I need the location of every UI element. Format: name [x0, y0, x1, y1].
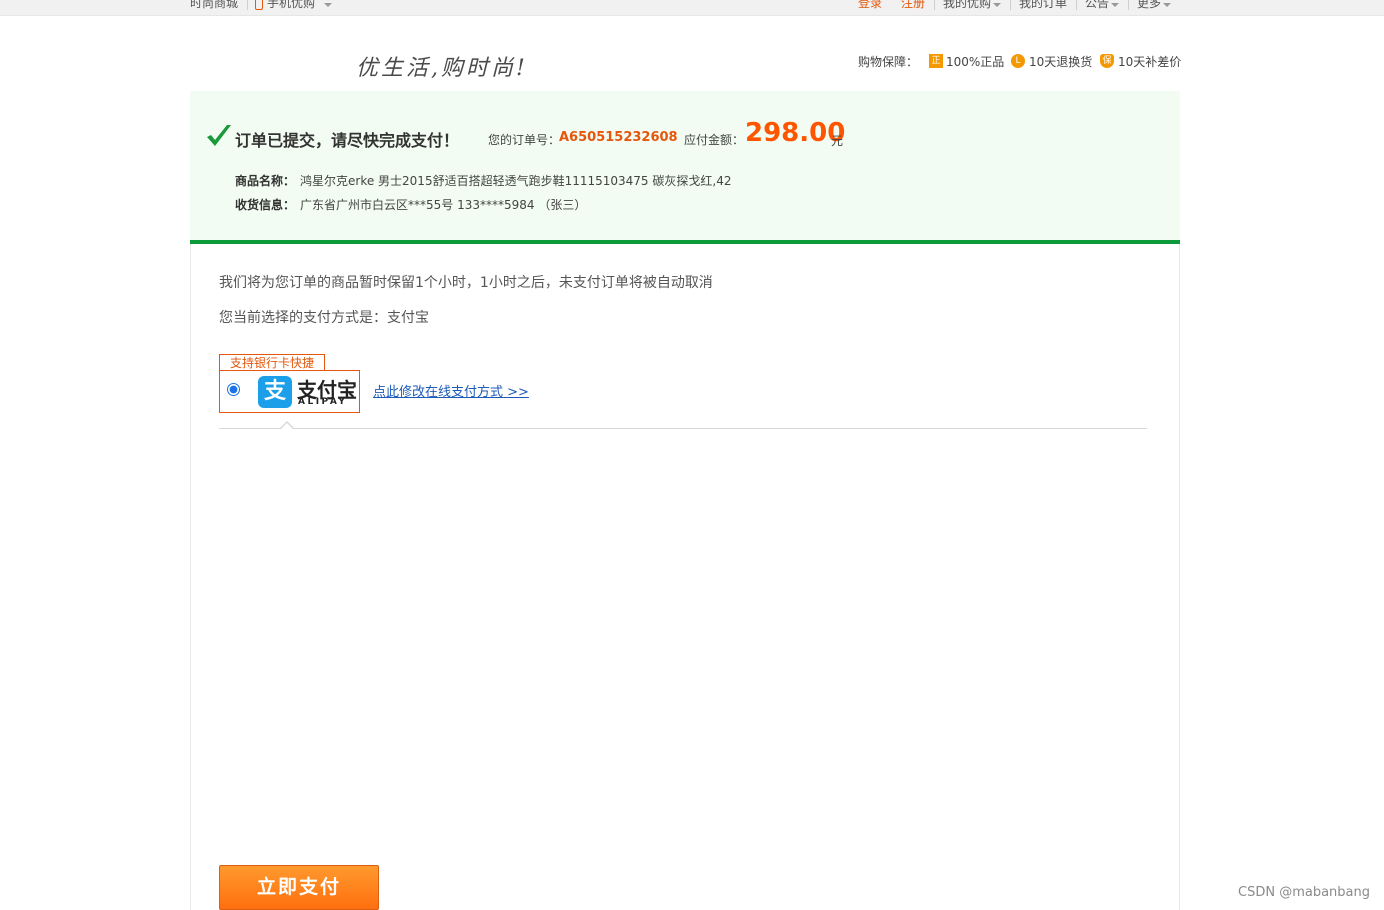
more-menu[interactable]: 更多 — [1137, 0, 1161, 11]
notice-menu[interactable]: 公告 — [1085, 0, 1109, 11]
pay-now-button[interactable]: 立即支付 — [219, 865, 379, 910]
order-status-title: 订单已提交，请尽快完成支付！ — [235, 131, 460, 150]
order-number-label: 您的订单号： — [488, 133, 561, 147]
check-icon — [207, 125, 231, 146]
chevron-down-icon — [324, 3, 332, 7]
topbar-divider — [1010, 0, 1011, 10]
guarantee-authentic: 100%正品 — [946, 55, 1005, 69]
topbar-divider — [934, 0, 935, 10]
clock-icon: L — [1011, 54, 1025, 68]
topbar-divider — [247, 0, 248, 10]
site-name-link[interactable]: 时尚商城 — [190, 0, 238, 11]
divider-pointer-inner — [281, 423, 293, 429]
topbar-divider — [1076, 0, 1077, 10]
payment-method-notice: 您当前选择的支付方式是：支付宝 — [219, 310, 429, 326]
guarantee-label: 购物保障： — [858, 55, 919, 69]
bank-card-tag: 支持银行卡快捷 — [219, 354, 325, 371]
register-link[interactable]: 注册 — [901, 0, 925, 11]
top-bar: 时尚商城 手机优购 登录 注册 我的优购 我的订单 公告 更多 — [0, 0, 1384, 16]
amount-unit: 元 — [831, 134, 844, 148]
order-summary-panel — [190, 91, 1180, 244]
chevron-down-icon — [1163, 3, 1171, 7]
login-link[interactable]: 登录 — [858, 0, 882, 11]
chevron-down-icon — [1111, 3, 1119, 7]
amount-label: 应付金额： — [684, 133, 745, 147]
alipay-logo-char: 支 — [263, 379, 286, 404]
product-name-label: 商品名称： — [235, 174, 296, 188]
guarantee-price: 10天补差价 — [1118, 55, 1182, 69]
change-payment-link[interactable]: 点此修改在线支付方式 >> — [373, 381, 529, 400]
my-orders-link[interactable]: 我的订单 — [1019, 0, 1067, 11]
alipay-radio[interactable] — [227, 383, 240, 396]
phone-icon — [255, 0, 263, 10]
shield-icon: 保 — [1100, 54, 1114, 68]
topbar-divider — [1128, 0, 1129, 10]
payment-divider — [219, 428, 1147, 429]
alipay-english-name: ALIPAY — [298, 397, 348, 407]
order-number: A650515232608 — [559, 130, 678, 145]
hold-notice: 我们将为您订单的商品暂时保留1个小时，1小时之后，未支付订单将被自动取消 — [219, 275, 713, 291]
shipping-info-value: 广东省广州市白云区***55号 133****5984 （张三） — [300, 198, 587, 212]
mobile-link[interactable]: 手机优购 — [267, 0, 315, 11]
my-youguo-menu[interactable]: 我的优购 — [943, 0, 991, 11]
product-name-value: 鸿星尔克erke 男士2015舒适百搭超轻透气跑步鞋11115103475 碳灰… — [300, 174, 732, 188]
authentic-icon: 正 — [929, 54, 943, 68]
guarantee-return: 10天退换货 — [1029, 55, 1093, 69]
slogan: 优生活,购时尚! — [356, 56, 528, 81]
watermark: CSDN @mabanbang — [1238, 885, 1370, 900]
chevron-down-icon — [993, 3, 1001, 7]
payment-content-box — [190, 244, 1180, 910]
shipping-info-label: 收货信息： — [235, 198, 296, 212]
